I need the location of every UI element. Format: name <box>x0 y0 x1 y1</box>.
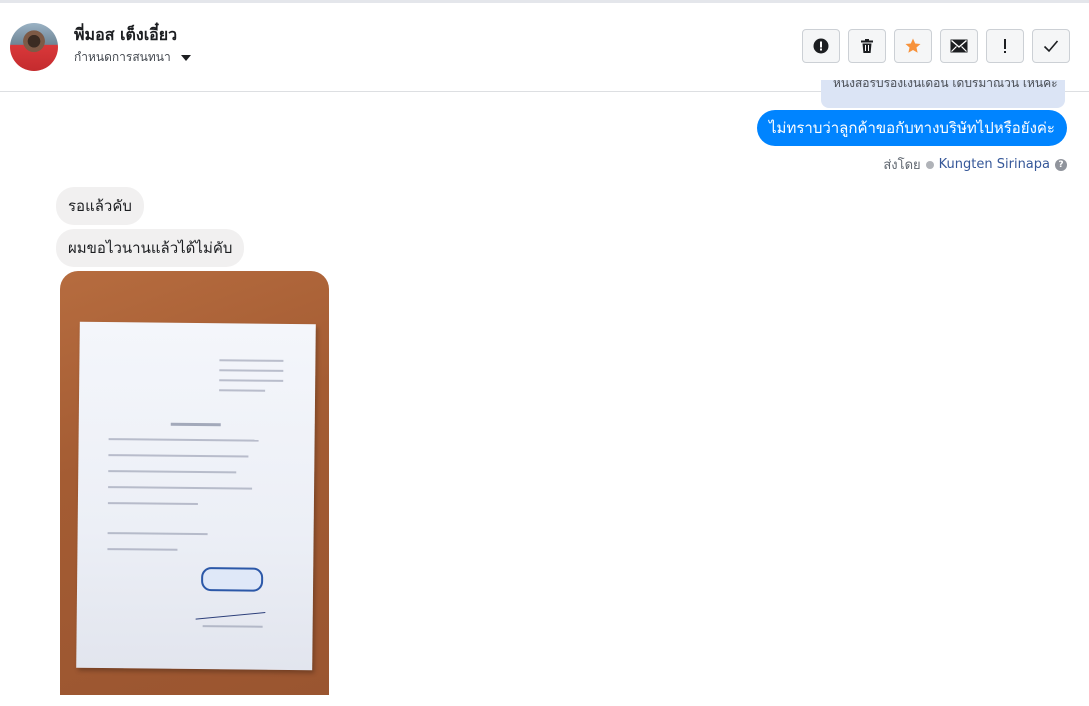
conversation-settings-dropdown[interactable]: กำหนดการสนทนา <box>74 48 191 67</box>
sender-link[interactable]: Kungten Sirinapa <box>939 157 1050 172</box>
stamp-image <box>201 567 264 592</box>
follow-up-button[interactable] <box>986 29 1024 63</box>
star-button[interactable] <box>894 29 932 63</box>
partial-message-text: หนังสือรับรองเงินเดือน เดปรมาณวน เหนคะ <box>833 80 1058 90</box>
incoming-message[interactable]: ผมขอไวนานแล้วได้ไม่คับ <box>56 229 245 267</box>
signature-image <box>194 598 266 620</box>
attached-photo[interactable] <box>60 271 329 695</box>
outgoing-message-partial: หนังสือรับรองเงินเดือน เดปรมาณวน เหนคะ <box>821 80 1065 108</box>
outgoing-message-text: ไม่ทราบว่าลูกค้าขอกับทางบริษัทไปหรือยังค… <box>769 119 1055 137</box>
contact-name[interactable]: พี่มอส เต็งเอี๋ยว <box>74 23 177 48</box>
envelope-icon <box>950 39 968 53</box>
status-dot-icon <box>925 160 934 169</box>
delete-button[interactable] <box>848 29 886 63</box>
sent-by-label: ส่งโดย <box>883 158 921 173</box>
check-icon <box>1043 40 1059 53</box>
alert-button[interactable] <box>802 29 840 63</box>
incoming-message[interactable]: รอแล้วคับ <box>56 187 144 225</box>
exclamation-icon <box>1004 39 1006 53</box>
mark-done-button[interactable] <box>1032 29 1070 63</box>
avatar[interactable] <box>10 23 58 71</box>
help-icon[interactable]: ? <box>1055 158 1067 171</box>
mark-unread-button[interactable] <box>940 29 978 63</box>
sent-by-info: ส่งโดย Kungten Sirinapa ? <box>883 154 1067 175</box>
document-in-photo <box>76 321 316 671</box>
caret-down-icon <box>180 54 191 61</box>
conversation-settings-label: กำหนดการสนทนา <box>74 50 171 64</box>
alert-circle-icon <box>813 38 829 54</box>
outgoing-message[interactable]: ไม่ทราบว่าลูกค้าขอกับทางบริษัทไปหรือยังค… <box>757 110 1067 146</box>
incoming-message-text: รอแล้วคับ <box>68 197 132 215</box>
conversation-header: พี่มอส เต็งเอี๋ยว กำหนดการสนทนา <box>0 3 1089 92</box>
trash-icon <box>861 39 873 53</box>
star-icon <box>905 38 921 53</box>
incoming-message-text: ผมขอไวนานแล้วได้ไม่คับ <box>68 239 233 257</box>
toolbar <box>802 29 1070 63</box>
